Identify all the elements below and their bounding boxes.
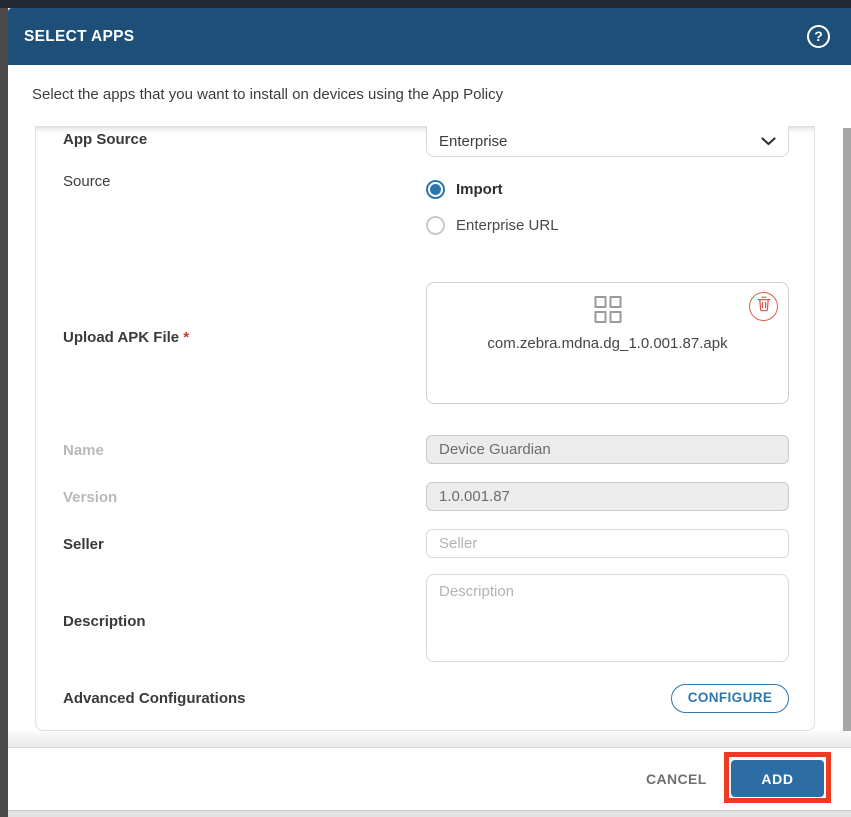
vertical-scrollbar[interactable] [843,128,851,747]
required-asterisk: * [183,329,190,346]
cancel-button[interactable]: CANCEL [646,771,707,787]
description-label: Description [63,613,146,630]
add-button[interactable]: ADD [731,760,824,797]
app-source-value: Enterprise [439,132,508,150]
seller-field[interactable] [426,529,789,558]
chevron-down-icon [761,136,776,146]
form-panel: App Source Enterprise Source Import Ente… [35,126,815,731]
delete-file-button[interactable] [749,292,778,321]
page-top-strip [0,0,851,8]
trash-icon [757,296,771,317]
dialog-bottom-strip [8,810,851,817]
seller-label: Seller [63,536,104,553]
select-apps-dialog: SELECT APPS ? Select the apps that you w… [8,8,851,817]
help-icon[interactable]: ? [807,25,830,48]
radio-import-label[interactable]: Import [456,181,503,198]
name-field [426,435,789,464]
name-label: Name [63,442,104,459]
page-left-strip [0,8,8,817]
upload-dropzone[interactable]: com.zebra.mdna.dg_1.0.001.87.apk [426,282,789,404]
description-field[interactable] [426,574,789,662]
app-source-select[interactable]: Enterprise [426,126,789,157]
apk-file-icon [594,296,621,323]
app-source-label: App Source [63,131,148,148]
dialog-title: SELECT APPS [24,28,135,45]
version-field [426,482,789,511]
source-label: Source [63,173,111,190]
dialog-header: SELECT APPS ? [8,8,851,65]
radio-enterprise-url-label[interactable]: Enterprise URL [456,217,559,234]
uploaded-filename: com.zebra.mdna.dg_1.0.001.87.apk [487,335,728,352]
radio-import[interactable] [426,180,445,199]
version-label: Version [63,489,118,506]
configure-button[interactable]: CONFIGURE [671,684,789,713]
advanced-configurations-label: Advanced Configurations [63,690,246,707]
dialog-footer: CANCEL ADD [8,748,851,810]
radio-enterprise-url[interactable] [426,216,445,235]
upload-apk-label: Upload APK File * [63,329,190,346]
panel-footer-gap [8,731,851,748]
dialog-subtitle: Select the apps that you want to install… [32,86,504,103]
